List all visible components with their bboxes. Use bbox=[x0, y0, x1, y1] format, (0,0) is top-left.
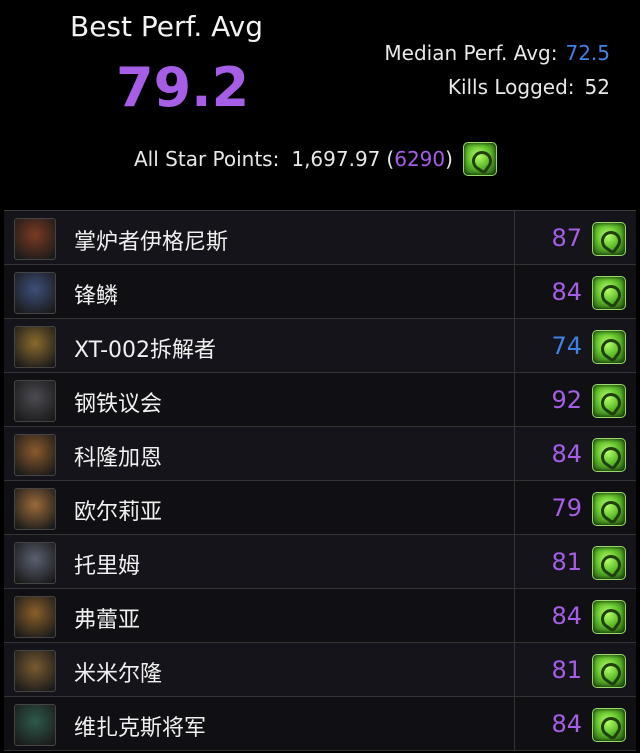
boss-name[interactable]: 欧尔莉亚 bbox=[74, 494, 162, 526]
boss-avatar bbox=[14, 542, 56, 584]
boss-row[interactable]: 锋鳞 84 bbox=[4, 265, 636, 319]
median-value: 72.5 bbox=[565, 41, 610, 65]
column-divider bbox=[514, 589, 515, 642]
boss-score: 81 bbox=[551, 548, 582, 576]
column-divider bbox=[514, 319, 515, 372]
column-divider bbox=[514, 481, 515, 534]
column-divider bbox=[514, 265, 515, 318]
boss-row[interactable]: 掌炉者伊格尼斯 87 bbox=[4, 211, 636, 265]
boss-avatar bbox=[14, 596, 56, 638]
all-star-rank: 6290 bbox=[394, 147, 446, 171]
gem-icon[interactable] bbox=[592, 330, 626, 364]
boss-name[interactable]: 锋鳞 bbox=[74, 278, 118, 310]
gem-icon[interactable] bbox=[462, 142, 497, 176]
boss-row[interactable]: 弗蕾亚 84 bbox=[4, 589, 636, 643]
boss-name[interactable]: 米米尔隆 bbox=[74, 656, 162, 688]
boss-list: 掌炉者伊格尼斯 87 锋鳞 84 XT-002拆解者 74 钢铁议会 92 科隆加恩 84 欧尔莉亚… bbox=[4, 210, 636, 753]
boss-score: 81 bbox=[551, 656, 582, 684]
gem-icon[interactable] bbox=[592, 708, 626, 742]
kills-row: Kills Logged: 52 bbox=[384, 70, 610, 104]
gem-icon[interactable] bbox=[592, 222, 626, 256]
boss-score: 87 bbox=[551, 224, 582, 252]
boss-avatar bbox=[14, 488, 56, 530]
all-star-points: All Star Points: 1,697.97 (6290) bbox=[134, 142, 497, 176]
median-label: Median Perf. Avg: bbox=[384, 41, 558, 65]
all-star-close-paren: ) bbox=[445, 147, 453, 171]
boss-score: 92 bbox=[551, 386, 582, 414]
column-divider bbox=[514, 427, 515, 480]
boss-score: 84 bbox=[551, 710, 582, 738]
median-row: Median Perf. Avg: 72.5 bbox=[384, 36, 610, 70]
boss-row[interactable]: 维扎克斯将军 84 bbox=[4, 697, 636, 751]
best-perf-title: Best Perf. Avg bbox=[70, 10, 264, 43]
boss-avatar bbox=[14, 650, 56, 692]
column-divider bbox=[514, 211, 515, 264]
boss-name[interactable]: XT-002拆解者 bbox=[74, 332, 216, 364]
boss-avatar bbox=[14, 704, 56, 746]
all-star-label: All Star Points: bbox=[134, 147, 280, 171]
boss-avatar bbox=[14, 272, 56, 314]
stats-panel: Median Perf. Avg: 72.5 Kills Logged: 52 bbox=[384, 36, 610, 104]
boss-row[interactable]: 钢铁议会 92 bbox=[4, 373, 636, 427]
column-divider bbox=[514, 535, 515, 588]
gem-icon[interactable] bbox=[592, 276, 626, 310]
boss-score: 84 bbox=[551, 440, 582, 468]
boss-score: 84 bbox=[551, 278, 582, 306]
kills-value: 52 bbox=[584, 75, 610, 99]
column-divider bbox=[514, 643, 515, 696]
kills-label: Kills Logged: bbox=[447, 75, 575, 99]
gem-icon[interactable] bbox=[592, 438, 626, 472]
boss-row[interactable]: 米米尔隆 81 bbox=[4, 643, 636, 697]
gem-icon[interactable] bbox=[592, 600, 626, 634]
boss-score: 79 bbox=[551, 494, 582, 522]
best-perf-value: 79.2 bbox=[116, 56, 250, 119]
boss-name[interactable]: 托里姆 bbox=[74, 548, 140, 580]
boss-name[interactable]: 掌炉者伊格尼斯 bbox=[74, 224, 228, 256]
all-star-value: 1,697.97 bbox=[291, 147, 381, 171]
boss-avatar bbox=[14, 434, 56, 476]
gem-icon[interactable] bbox=[592, 384, 626, 418]
gem-icon[interactable] bbox=[592, 546, 626, 580]
summary-header: Best Perf. Avg 79.2 Median Perf. Avg: 72.… bbox=[0, 0, 640, 196]
column-divider bbox=[514, 373, 515, 426]
boss-row[interactable]: XT-002拆解者 74 bbox=[4, 319, 636, 373]
boss-name[interactable]: 科隆加恩 bbox=[74, 440, 162, 472]
column-divider bbox=[514, 697, 515, 750]
boss-score: 74 bbox=[551, 332, 582, 360]
boss-row[interactable]: 欧尔莉亚 79 bbox=[4, 481, 636, 535]
boss-name[interactable]: 弗蕾亚 bbox=[74, 602, 140, 634]
boss-score: 84 bbox=[551, 602, 582, 630]
boss-name[interactable]: 维扎克斯将军 bbox=[74, 710, 206, 742]
boss-avatar bbox=[14, 326, 56, 368]
boss-avatar bbox=[14, 380, 56, 422]
boss-row[interactable]: 托里姆 81 bbox=[4, 535, 636, 589]
boss-name[interactable]: 钢铁议会 bbox=[74, 386, 162, 418]
gem-icon[interactable] bbox=[592, 492, 626, 526]
boss-avatar bbox=[14, 218, 56, 260]
boss-row[interactable]: 科隆加恩 84 bbox=[4, 427, 636, 481]
gem-icon[interactable] bbox=[592, 654, 626, 688]
all-star-open-paren: ( bbox=[386, 147, 395, 171]
